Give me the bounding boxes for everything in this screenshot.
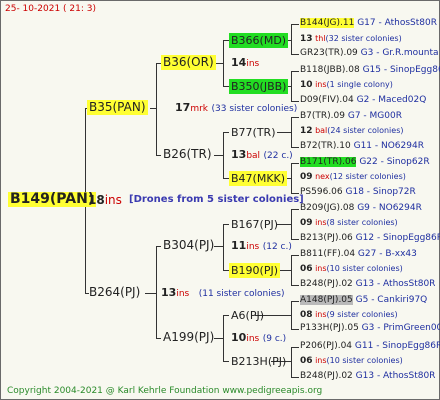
dam-queen: B264(PJ) [89, 285, 141, 299]
leaf-5: B7(TR).09 G7 - MG00R [300, 111, 402, 121]
note-7: 08 ins(9 sister colonies) [300, 310, 398, 320]
note-2: 10 ins(1 single colony) [300, 80, 393, 90]
l2-note-1: 14ins [231, 56, 260, 69]
leaf-1: B144(JG).11 G17 - AthosSt80R [300, 18, 437, 28]
root-ins-note: 18ins [88, 193, 122, 207]
l3-node-3: B77(TR) [231, 126, 276, 139]
drones-note: [Drones from 5 sister colonies] [129, 194, 304, 205]
l2-note-3: 11ins (12 c.) [231, 239, 292, 252]
l3-node-4: B47(MKK) [229, 171, 288, 186]
l2-note-2: 13bal (22 c.) [231, 148, 293, 161]
l3-node-7: A6(PJ) [231, 309, 264, 322]
l2-node-3: B304(PJ) [163, 238, 215, 252]
leaf-16: B248(PJ).02 G13 - AthosSt80R [300, 371, 436, 381]
leaf-11: B811(FF).04 G27 - B-xx43 [300, 249, 417, 259]
note-4: 09 nex(12 sister colonies) [300, 172, 406, 182]
note-8: 06 ins(10 sister colonies) [300, 356, 403, 366]
copyright-footer: Copyright 2004-2021 @ Karl Kehrle Founda… [7, 386, 323, 396]
l3-node-6: B190(PJ) [229, 263, 281, 278]
l2-node-2: B26(TR) [163, 147, 212, 161]
sire-note: 17mrk (33 sister colonies) [175, 101, 298, 114]
leaf-12: B248(PJ).02 G13 - AthosSt80R [300, 279, 436, 289]
root-queen: B149(PAN) [8, 191, 97, 207]
dam-note: 13ins (11 sister colonies) [161, 286, 285, 299]
leaf-4: D09(FIV).04 G2 - Maced02Q [300, 95, 427, 105]
sire-queen: B35(PAN) [87, 100, 148, 115]
leaf-10: B213(PJ).06 G12 - SinopEgg86R [300, 233, 440, 243]
l3-node-2: B350(JBB) [229, 79, 289, 94]
leaf-8: PS596.06 G18 - Sinop72R [300, 187, 416, 197]
l3-node-8: B213H(PJ) [231, 355, 287, 368]
l3-node-1: B366(MD) [229, 33, 289, 48]
l2-note-4: 10ins (9 c.) [231, 331, 287, 344]
leaf-15: P206(PJ).04 G11 - SinopEgg86R [300, 341, 440, 351]
leaf-9: B209(JG).08 G9 - NO6294R [300, 203, 422, 213]
note-5: 09 ins(8 sister colonies) [300, 218, 398, 228]
l2-node-1: B36(OR) [161, 55, 216, 70]
note-6: 06 ins(10 sister colonies) [300, 264, 403, 274]
l2-node-4: A199(PJ) [163, 330, 215, 344]
leaf-2: GR23(TR).09 G3 - Gr.R.mounta [300, 48, 439, 58]
leaf-3: B118(JBB).08 G15 - SinopEgg86R [300, 65, 440, 75]
note-3: 12 bal(24 sister colonies) [300, 126, 404, 136]
leaf-6: B72(TR).10 G11 - NO6294R [300, 141, 424, 151]
pedigree-diagram: 25- 10-2021 ( 21: 3) B149(PAN) 18ins [Dr… [0, 0, 440, 400]
leaf-7: B171(TR).06 G22 - Sinop62R [300, 157, 430, 167]
l3-node-5: B167(PJ) [231, 218, 279, 231]
note-1: 13 thl(32 sister colonies) [300, 34, 402, 44]
leaf-14: P133H(PJ).05 G3 - PrimGreen00 [300, 323, 440, 333]
leaf-13: A148(PJ).05 G5 - Cankiri97Q [300, 295, 428, 305]
date-header: 25- 10-2021 ( 21: 3) [5, 4, 96, 14]
